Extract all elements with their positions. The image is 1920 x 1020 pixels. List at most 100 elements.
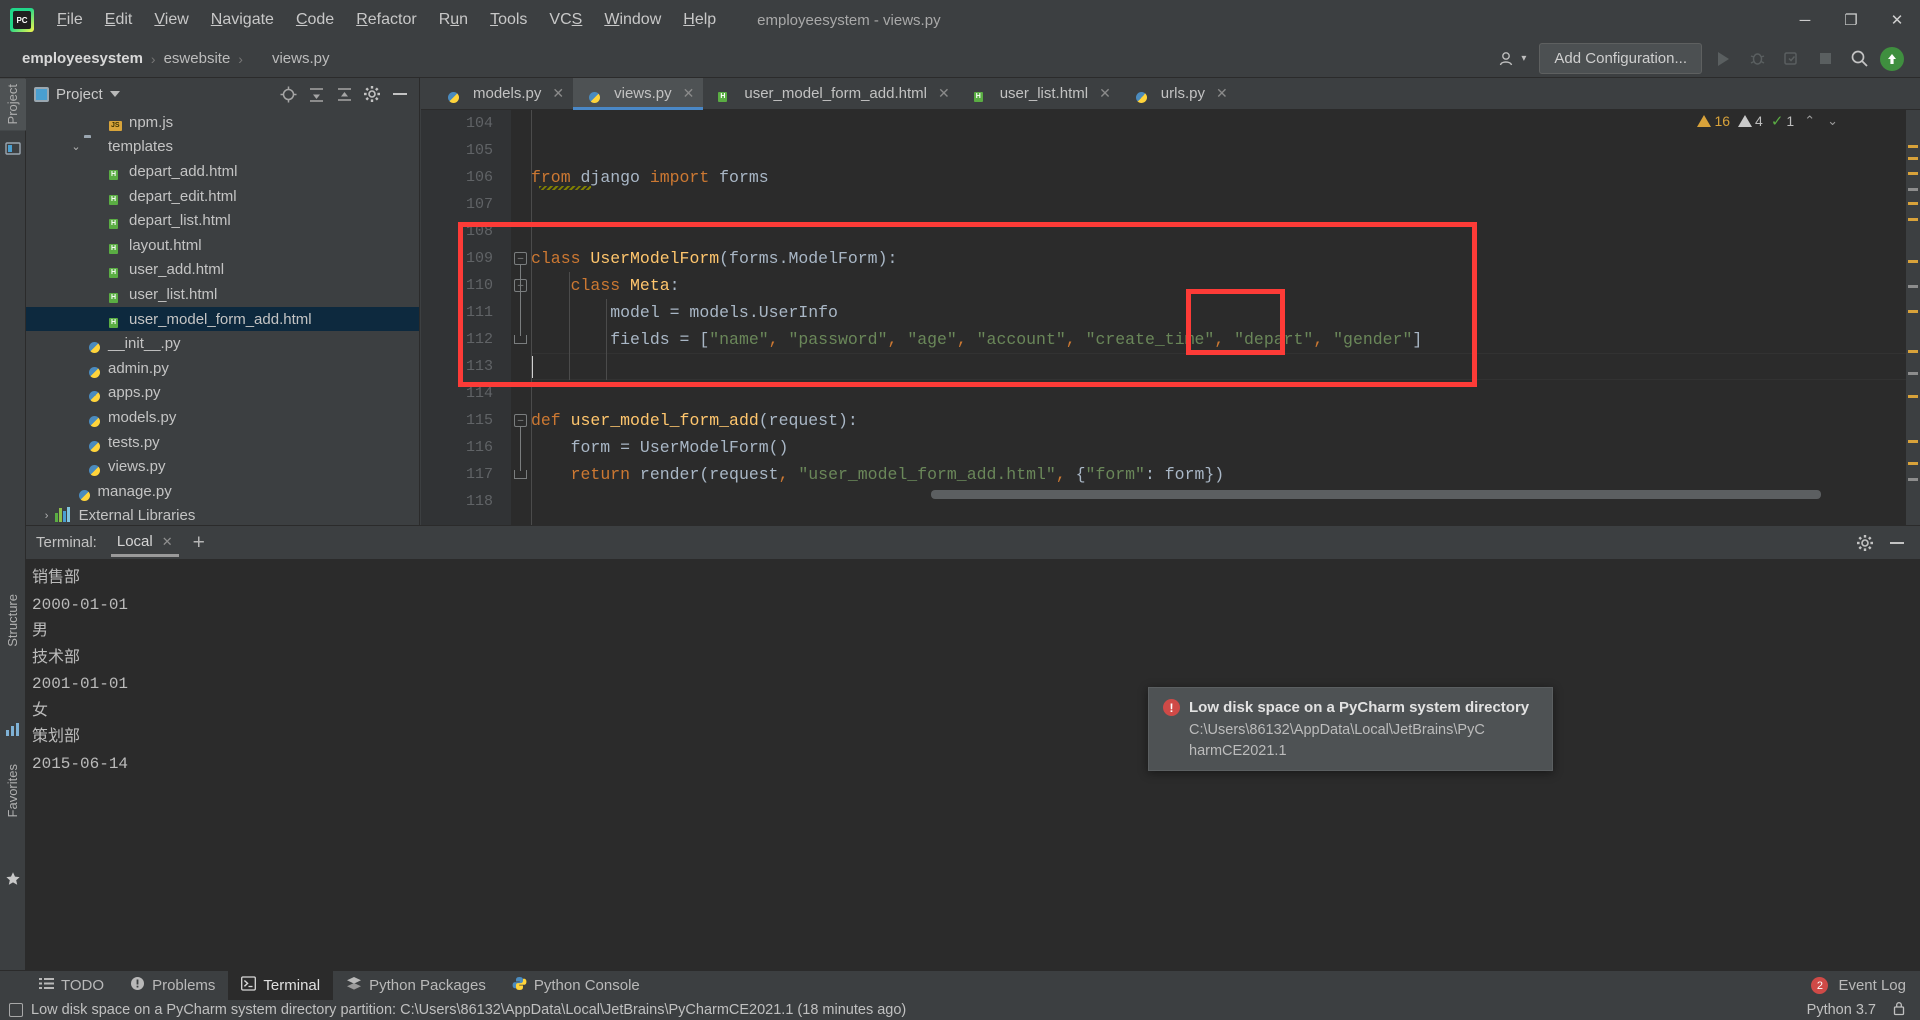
debug-icon[interactable] — [1744, 46, 1770, 72]
add-configuration-button[interactable]: Add Configuration... — [1539, 43, 1702, 74]
update-arrow-icon[interactable] — [1880, 46, 1904, 71]
chevron-down-icon[interactable] — [109, 91, 120, 97]
tool-tab-project[interactable]: Project — [0, 78, 26, 131]
bottom-tab-problems[interactable]: Problems — [117, 971, 228, 1001]
tree-expand-arrow-icon[interactable]: ⌄ — [68, 140, 84, 153]
search-icon[interactable] — [1846, 46, 1872, 72]
editor-marker-bar[interactable] — [1906, 110, 1920, 525]
breadcrumb[interactable]: employeesystem › eswebsite › views.py — [22, 50, 329, 67]
bottom-tab-terminal[interactable]: Terminal — [228, 970, 334, 1001]
editor-tab-bar[interactable]: models.py ✕ views.py ✕ Huser_model_form_add.… — [421, 78, 1920, 110]
tree-item[interactable]: views.py — [26, 454, 419, 479]
menu-file[interactable]: File — [46, 7, 94, 33]
code-line[interactable]: 117 return render(request, "user_model_f… — [421, 461, 1920, 488]
collapse-all-icon[interactable] — [307, 85, 325, 103]
breadcrumb-item-module[interactable]: eswebsite — [164, 50, 231, 67]
close-button[interactable]: ✕ — [1874, 0, 1920, 40]
tree-item[interactable]: manage.py — [26, 479, 419, 504]
tree-item[interactable]: › External Libraries — [26, 504, 419, 526]
code-line[interactable]: 114 — [421, 380, 1920, 407]
warning-count[interactable]: 16 — [1697, 113, 1730, 129]
hide-panel-icon[interactable] — [391, 85, 409, 103]
code-fold-collapse-icon[interactable]: – — [514, 414, 527, 427]
tree-item[interactable]: Huser_list.html — [26, 282, 419, 307]
code-line[interactable]: 108 — [421, 218, 1920, 245]
tree-item[interactable]: Hdepart_list.html — [26, 208, 419, 233]
tree-item[interactable]: Hlayout.html — [26, 233, 419, 258]
lock-icon[interactable] — [1892, 1001, 1906, 1020]
code-fold-collapse-icon[interactable]: – — [514, 252, 527, 265]
tool-tab-structure[interactable]: Structure — [0, 588, 26, 653]
code-line[interactable]: 106 from django import forms — [421, 164, 1920, 191]
editor-horizontal-scrollbar[interactable] — [931, 490, 1821, 499]
code-fold-end-icon[interactable] — [514, 470, 527, 479]
code-line[interactable]: 112 fields = ["name", "password", "age",… — [421, 326, 1920, 353]
code-line[interactable]: 109 class UserModelForm(forms.ModelForm): — [421, 245, 1920, 272]
next-problem-icon[interactable]: ⌄ — [1825, 113, 1840, 129]
menu-view[interactable]: View — [143, 7, 199, 33]
project-tree[interactable]: JS npm.js ⌄ templates Hdepart_add.html Hdepar… — [26, 110, 419, 525]
notification-balloon[interactable]: ! Low disk space on a PyCharm system dir… — [1148, 687, 1553, 771]
hide-icon[interactable] — [1888, 534, 1906, 552]
stop-icon[interactable] — [1812, 46, 1838, 72]
locate-icon[interactable] — [279, 85, 297, 103]
code-fold-end-icon[interactable] — [514, 335, 527, 344]
editor-tab-urls-py[interactable]: urls.py ✕ — [1119, 78, 1237, 109]
bottom-tool-window-bar[interactable]: TODO Problems Terminal Python Packages P… — [0, 970, 1920, 1001]
tree-item[interactable]: Huser_add.html — [26, 258, 419, 283]
menu-navigate[interactable]: Navigate — [200, 7, 285, 33]
code-line[interactable]: 116 form = UserModelForm() — [421, 434, 1920, 461]
settings-gear-icon[interactable] — [363, 85, 381, 103]
tree-item[interactable]: ⌄ templates — [26, 135, 419, 160]
editor-tab-user-list-html[interactable]: Huser_list.html ✕ — [958, 78, 1120, 109]
terminal-output[interactable]: 销售部 2000-01-01 男技术部 2001-01-01 女策划部 2015-06-1… — [26, 559, 1920, 970]
menu-edit[interactable]: Edit — [94, 7, 144, 33]
bottom-tab-todo[interactable]: TODO — [26, 971, 117, 1001]
close-icon[interactable]: ✕ — [1216, 85, 1228, 102]
tree-item[interactable]: __init__.py — [26, 331, 419, 356]
editor-tab-user-model-form-add-html[interactable]: Huser_model_form_add.html ✕ — [703, 78, 959, 109]
menu-vcs[interactable]: VCS — [538, 7, 593, 33]
tree-item[interactable]: admin.py — [26, 356, 419, 381]
tree-item[interactable]: Hdepart_add.html — [26, 159, 419, 184]
window-controls[interactable]: ─ ❐ ✕ — [1782, 0, 1920, 40]
tool-tab-favorites[interactable]: Favorites — [0, 758, 26, 823]
breadcrumb-item-project[interactable]: employeesystem — [22, 50, 143, 67]
terminal-session-tab[interactable]: Local ✕ — [110, 528, 179, 557]
maximize-button[interactable]: ❐ — [1828, 0, 1874, 40]
user-icon[interactable]: ▾ — [1494, 48, 1531, 70]
weak-warning-count[interactable]: 4 — [1738, 113, 1763, 129]
editor-tab-models-py[interactable]: models.py ✕ — [432, 78, 574, 109]
code-line[interactable]: 104 — [421, 110, 1920, 137]
menu-run[interactable]: Run — [428, 7, 479, 33]
code-line[interactable]: 110 class Meta: — [421, 272, 1920, 299]
code-line[interactable]: 115 def user_model_form_add(request): — [421, 407, 1920, 434]
bottom-tab-python-packages[interactable]: Python Packages — [333, 971, 499, 1001]
code-line[interactable]: 111 model = models.UserInfo — [421, 299, 1920, 326]
code-line[interactable]: 105 — [421, 137, 1920, 164]
python-interpreter[interactable]: Python 3.7 — [1807, 1002, 1876, 1018]
tree-item[interactable]: JS npm.js — [26, 110, 419, 135]
tree-expand-arrow-icon[interactable]: › — [39, 510, 55, 522]
tree-item[interactable]: tests.py — [26, 430, 419, 455]
tree-item[interactable]: models.py — [26, 405, 419, 430]
menu-tools[interactable]: Tools — [479, 7, 538, 33]
inspection-ok[interactable]: ✓ 1 — [1771, 112, 1794, 130]
editor-tab-views-py[interactable]: views.py ✕ — [573, 78, 704, 110]
menu-help[interactable]: Help — [672, 7, 727, 33]
menu-refactor[interactable]: Refactor — [345, 7, 427, 33]
close-icon[interactable]: ✕ — [938, 85, 950, 102]
code-editor[interactable]: 104 105 106 from django import forms 107 108 1… — [421, 110, 1920, 525]
close-icon[interactable]: ✕ — [1099, 85, 1111, 102]
bottom-tab-python-console[interactable]: Python Console — [499, 971, 653, 1001]
code-line[interactable]: 107 — [421, 191, 1920, 218]
new-terminal-button[interactable]: + — [193, 532, 205, 553]
tree-item-selected[interactable]: Huser_model_form_add.html — [26, 306, 419, 332]
minimize-button[interactable]: ─ — [1782, 0, 1828, 40]
menu-bar[interactable]: File Edit View Navigate Code Refactor Ru… — [46, 7, 727, 33]
gear-icon[interactable] — [1856, 534, 1874, 552]
run-icon[interactable] — [1710, 46, 1736, 72]
previous-problem-icon[interactable]: ⌃ — [1802, 113, 1817, 129]
coverage-icon[interactable] — [1778, 46, 1804, 72]
close-icon[interactable]: ✕ — [683, 85, 695, 102]
